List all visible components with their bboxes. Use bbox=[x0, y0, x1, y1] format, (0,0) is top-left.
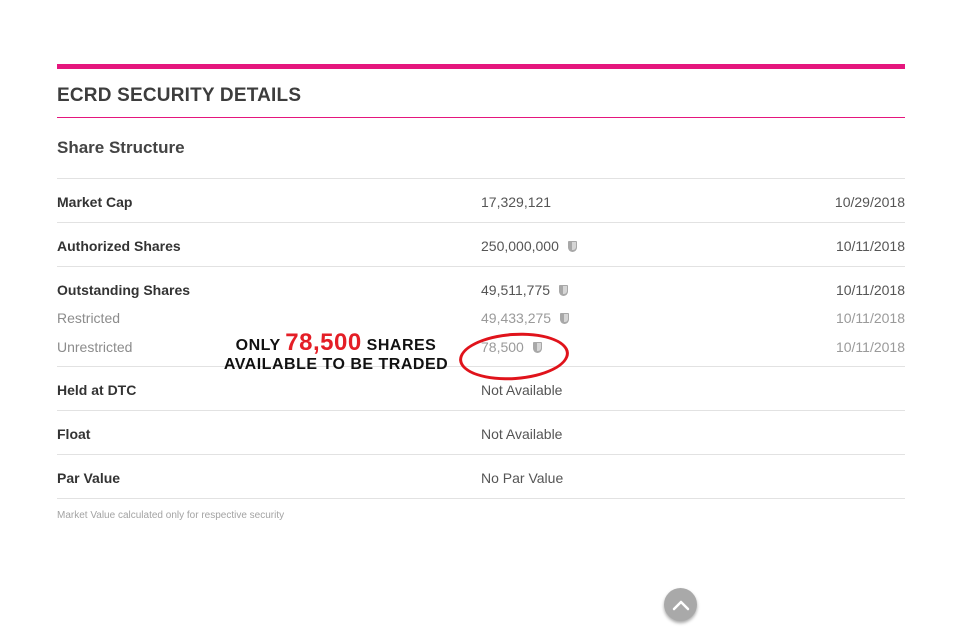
authorized-shares-date: 10/11/2018 bbox=[835, 238, 905, 254]
held-at-dtc-value: Not Available bbox=[481, 382, 563, 398]
outstanding-shares-date: 10/11/2018 bbox=[835, 282, 905, 298]
par-value-value: No Par Value bbox=[481, 470, 564, 486]
section-title: ECRD SECURITY DETAILS bbox=[57, 85, 302, 106]
par-value-row: Par Value No Par Value bbox=[57, 455, 905, 499]
outstanding-shares-value: 49,511,775 bbox=[481, 282, 569, 298]
held-at-dtc-label: Held at DTC bbox=[57, 382, 137, 398]
market-cap-row: Market Cap 17,329,121 10/29/2018 bbox=[57, 179, 905, 223]
shield-icon[interactable] bbox=[559, 284, 569, 296]
outstanding-shares-label: Outstanding Shares bbox=[57, 282, 191, 298]
annotation-suffix: SHARES bbox=[366, 337, 437, 354]
chevron-up-icon bbox=[672, 600, 689, 610]
restricted-label: Restricted bbox=[57, 310, 121, 326]
float-value: Not Available bbox=[481, 426, 563, 442]
subsection-title: Share Structure bbox=[57, 118, 905, 179]
authorized-shares-row: Authorized Shares 250,000,000 10/11/2018 bbox=[57, 223, 905, 267]
footnote: Market Value calculated only for respect… bbox=[57, 510, 285, 521]
par-value-label: Par Value bbox=[57, 470, 121, 486]
overlay-annotation: ONLY 78,500 SHARES AVAILABLE TO BE TRADE… bbox=[222, 331, 450, 373]
market-cap-date: 10/29/2018 bbox=[834, 194, 905, 210]
restricted-date: 10/11/2018 bbox=[835, 310, 905, 326]
unrestricted-date: 10/11/2018 bbox=[835, 339, 905, 355]
restricted-value: 49,433,275 bbox=[481, 310, 570, 326]
annotation-prefix: ONLY bbox=[235, 337, 281, 354]
security-details-panel: ECRD SECURITY DETAILS Share Structure Ma… bbox=[57, 64, 905, 521]
annotation-number: 78,500 bbox=[285, 329, 362, 356]
float-label: Float bbox=[57, 426, 91, 442]
shield-icon[interactable] bbox=[567, 240, 577, 252]
shield-icon[interactable] bbox=[560, 312, 570, 324]
annotation-line2: AVAILABLE TO BE TRADED bbox=[223, 356, 449, 373]
authorized-shares-value: 250,000,000 bbox=[481, 238, 577, 254]
scroll-to-top-button[interactable] bbox=[664, 588, 697, 621]
unrestricted-label: Unrestricted bbox=[57, 339, 133, 355]
float-row: Float Not Available bbox=[57, 411, 905, 455]
market-cap-label: Market Cap bbox=[57, 194, 133, 210]
market-cap-value: 17,329,121 bbox=[481, 194, 552, 210]
authorized-shares-label: Authorized Shares bbox=[57, 238, 181, 254]
